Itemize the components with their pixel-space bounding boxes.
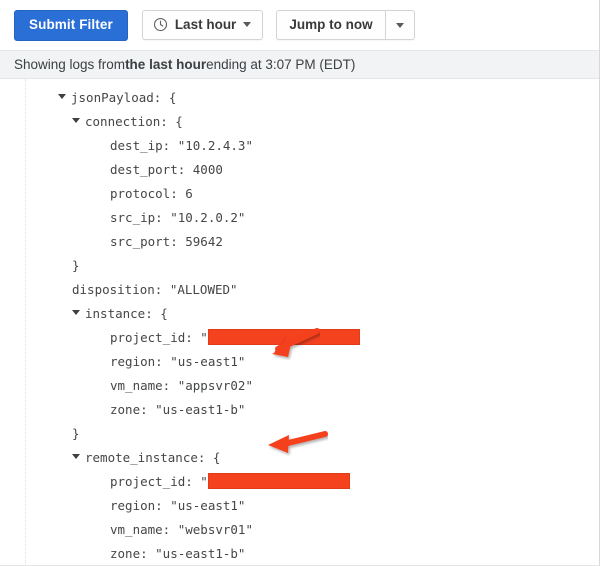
jump-to-now-split-button: Jump to now	[276, 10, 415, 40]
json-row-text: project_id: "	[110, 329, 208, 345]
json-row-remote-project_id: project_id: "	[0, 469, 599, 493]
json-row-text: jsonPayload: {	[71, 89, 177, 105]
json-row-jsonPayload: jsonPayload: {	[0, 85, 599, 109]
status-bar: Showing logs from the last hour ending a…	[0, 50, 599, 79]
json-row-text: dest_ip: "10.2.4.3"	[110, 137, 253, 153]
status-emphasis: the last hour	[125, 57, 207, 72]
json-row-text: dest_port: 4000	[110, 161, 223, 177]
expander-triangle-icon[interactable]	[72, 310, 80, 315]
chevron-down-icon	[243, 22, 252, 27]
json-row-text: region: "us-east1"	[110, 353, 246, 369]
jump-to-now-dropdown-button[interactable]	[384, 10, 415, 40]
json-row-instance-region: region: "us-east1"	[0, 349, 599, 373]
json-row-text: protocol: 6	[110, 185, 193, 201]
json-row-disposition: disposition: "ALLOWED"	[0, 277, 599, 301]
json-row-text: instance: {	[85, 305, 168, 321]
json-row-dest_ip: dest_ip: "10.2.4.3"	[0, 133, 599, 157]
json-row-text: zone: "us-east1-b"	[110, 545, 246, 561]
submit-filter-button[interactable]: Submit Filter	[14, 9, 128, 41]
status-suffix: ending at 3:07 PM (EDT)	[206, 57, 356, 72]
json-row-text: }	[72, 425, 80, 441]
time-range-label: Last hour	[174, 17, 237, 32]
json-row-text: disposition: "ALLOWED"	[72, 281, 238, 297]
redaction-bar	[207, 328, 360, 345]
json-row-instance: instance: {	[0, 301, 599, 325]
chevron-down-icon	[395, 22, 404, 28]
log-viewer-panel: Submit Filter Last hour Jump to now Show…	[0, 0, 600, 566]
json-row-text: region: "us-east1"	[110, 497, 246, 513]
json-row-close-connection: }	[0, 253, 599, 277]
json-row-text: connection: {	[85, 113, 183, 129]
json-row-text: project_id: "	[110, 473, 208, 489]
clock-icon	[153, 17, 167, 32]
json-row-src_port: src_port: 59642	[0, 229, 599, 253]
expander-triangle-icon[interactable]	[72, 118, 80, 123]
json-row-remote-region: region: "us-east1"	[0, 493, 599, 517]
json-row-text: vm_name: "websvr01"	[110, 521, 253, 537]
filter-toolbar: Submit Filter Last hour Jump to now	[0, 0, 599, 50]
json-row-text: zone: "us-east1-b"	[110, 401, 246, 417]
time-range-button[interactable]: Last hour	[141, 10, 264, 40]
json-row-text: vm_name: "appsvr02"	[110, 377, 253, 393]
jump-to-now-button[interactable]: Jump to now	[276, 10, 385, 40]
json-row-text: src_port: 59642	[110, 233, 223, 249]
redaction-bar	[207, 472, 350, 489]
json-row-text: remote_instance: {	[85, 449, 221, 465]
json-row-close-instance: }	[0, 421, 599, 445]
json-row-list: jsonPayload: { connection: { dest_ip: "10.…	[0, 85, 599, 565]
json-row-remote-zone: zone: "us-east1-b"	[0, 541, 599, 565]
json-row-remote_instance: remote_instance: {	[0, 445, 599, 469]
expander-triangle-icon[interactable]	[58, 94, 66, 99]
json-row-instance-zone: zone: "us-east1-b"	[0, 397, 599, 421]
json-row-text: }	[72, 257, 80, 273]
expander-triangle-icon[interactable]	[72, 454, 80, 459]
json-row-instance-vm_name: vm_name: "appsvr02"	[0, 373, 599, 397]
json-row-src_ip: src_ip: "10.2.0.2"	[0, 205, 599, 229]
json-row-dest_port: dest_port: 4000	[0, 157, 599, 181]
json-row-remote-vm_name: vm_name: "websvr01"	[0, 517, 599, 541]
json-payload-viewer[interactable]: jsonPayload: { connection: { dest_ip: "10.…	[0, 79, 599, 565]
json-row-protocol: protocol: 6	[0, 181, 599, 205]
json-row-text: src_ip: "10.2.0.2"	[110, 209, 246, 225]
json-row-instance-project_id: project_id: "	[0, 325, 599, 349]
json-row-connection: connection: {	[0, 109, 599, 133]
status-prefix: Showing logs from	[14, 57, 126, 72]
